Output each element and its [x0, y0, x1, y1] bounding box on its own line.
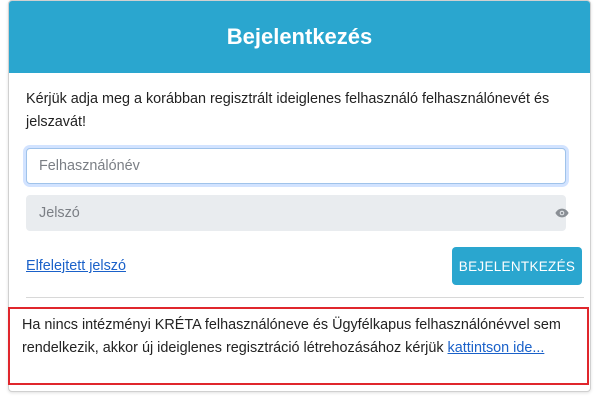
password-input[interactable] — [26, 195, 566, 231]
login-button[interactable]: BEJELENTKEZÉS — [452, 247, 582, 285]
page-title: Bejelentkezés — [226, 24, 373, 49]
intro-text: Kérjük adja meg a korábban regisztrált i… — [26, 91, 550, 130]
panel-header: Bejelentkezés — [9, 1, 590, 73]
divider — [26, 297, 584, 298]
username-input[interactable] — [26, 148, 566, 184]
register-link[interactable]: kattintson ide... — [448, 340, 545, 356]
forgot-password-link[interactable]: Elfelejtett jelszó — [26, 258, 126, 274]
registration-notice: Ha nincs intézményi KRÉTA felhasználónev… — [8, 307, 589, 385]
eye-icon[interactable] — [555, 206, 569, 220]
